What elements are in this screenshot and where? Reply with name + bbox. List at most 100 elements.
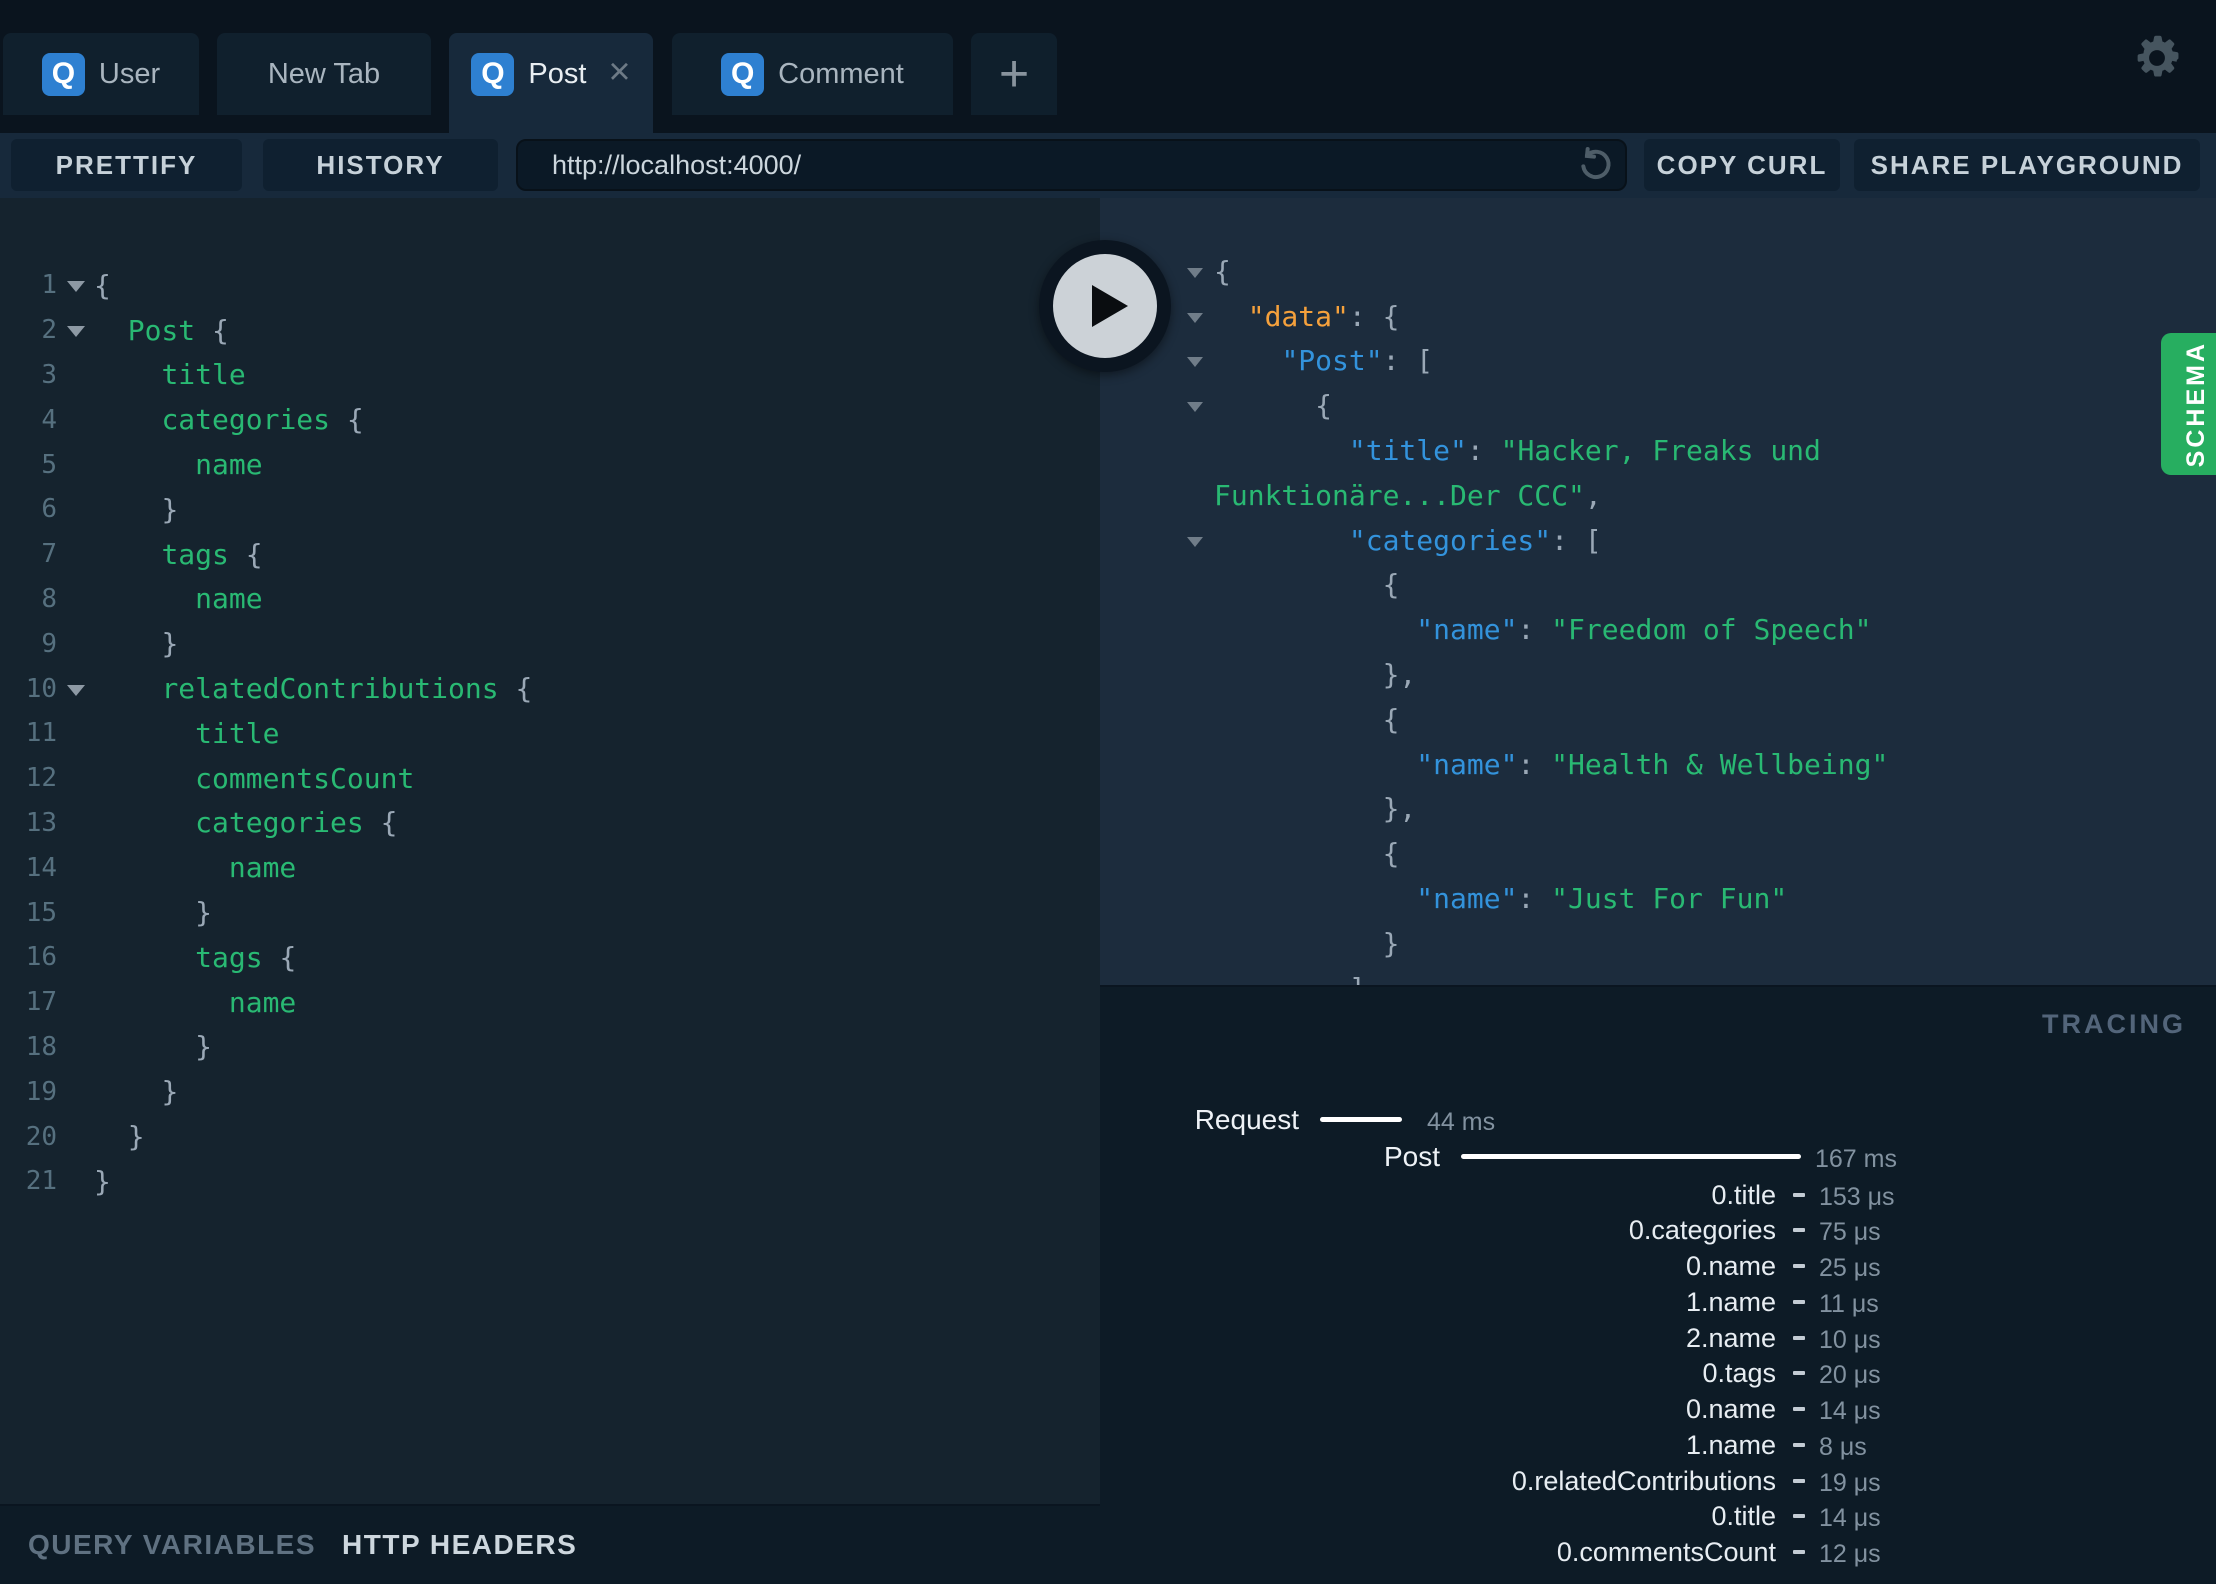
response-json: "Post": [ bbox=[1281, 344, 1434, 378]
response-row: "name": "Just For Fun" bbox=[1100, 876, 2216, 921]
resolver-dash bbox=[1793, 1550, 1805, 1554]
query-line[interactable]: 1{ bbox=[0, 263, 1100, 308]
query-code: } bbox=[94, 1164, 111, 1198]
query-line[interactable]: 2 Post { bbox=[0, 308, 1100, 353]
query-line[interactable]: 11 title bbox=[0, 711, 1100, 756]
settings-gear-button[interactable] bbox=[2132, 33, 2182, 83]
line-number: 17 bbox=[25, 987, 57, 1018]
new-tab-plus-button[interactable]: + bbox=[971, 33, 1057, 115]
response-json: Funktionäre...Der CCC", bbox=[1214, 478, 1602, 512]
resolver-path: 0.categories bbox=[1628, 1215, 1776, 1246]
query-line[interactable]: 18 } bbox=[0, 1025, 1100, 1070]
response-json: { bbox=[1315, 389, 1333, 423]
fold-arrow-icon[interactable] bbox=[57, 323, 94, 338]
query-code: } bbox=[161, 492, 179, 526]
fold-arrow-icon[interactable] bbox=[1182, 310, 1208, 323]
tracing-resolver-row: 1.name 11 μs bbox=[1100, 1287, 2216, 1318]
query-code: name bbox=[195, 448, 263, 482]
tracing-resolver-row: 0.commentsCount 12 μs bbox=[1100, 1537, 2216, 1568]
response-row: { bbox=[1100, 563, 2216, 608]
play-button-disc bbox=[1053, 254, 1157, 358]
response-row: "name": "Freedom of Speech" bbox=[1100, 607, 2216, 652]
query-line[interactable]: 14 name bbox=[0, 845, 1100, 890]
copy-curl-button[interactable]: COPY CURL bbox=[1644, 139, 1840, 191]
query-line[interactable]: 15 } bbox=[0, 890, 1100, 935]
resolver-dash bbox=[1793, 1478, 1805, 1483]
tracing-panel: TRACING Request 44 ms Post 167 ms 0.title 15… bbox=[1100, 985, 2216, 1584]
query-code: { bbox=[94, 268, 111, 302]
resolver-duration: 14 μs bbox=[1819, 1504, 1881, 1533]
span-duration-value: 44 ms bbox=[1427, 1108, 1496, 1136]
tracing-resolver-row: 0.tags 20 μs bbox=[1100, 1358, 2216, 1389]
response-json: "title": "Hacker, Freaks und bbox=[1348, 434, 1821, 468]
query-code: tags { bbox=[195, 940, 297, 974]
query-code: tags { bbox=[161, 537, 263, 571]
tab-inner: Q Post × bbox=[471, 33, 631, 115]
fold-arrow-icon[interactable] bbox=[1182, 399, 1208, 413]
triangle-down-icon bbox=[1187, 312, 1203, 323]
response-row: }, bbox=[1100, 652, 2216, 697]
response-json: }, bbox=[1382, 658, 1417, 692]
fold-arrow-icon[interactable] bbox=[1182, 534, 1208, 547]
share-playground-button[interactable]: SHARE PLAYGROUND bbox=[1854, 139, 2200, 191]
tracing-resolver-row: 0.relatedContributions 19 μs bbox=[1100, 1466, 2216, 1497]
response-json: } bbox=[1382, 926, 1400, 960]
query-line[interactable]: 10 relatedContributions { bbox=[0, 666, 1100, 711]
query-line[interactable]: 21} bbox=[0, 1159, 1100, 1204]
response-json: { bbox=[1382, 837, 1400, 871]
query-code: categories { bbox=[161, 403, 364, 437]
query-line[interactable]: 6 } bbox=[0, 487, 1100, 532]
close-tab-icon[interactable]: × bbox=[608, 53, 630, 91]
query-code: } bbox=[161, 1075, 179, 1109]
tab-bar: Q User New Tab Q Post × Q Comment + bbox=[0, 0, 2216, 198]
tab-comment[interactable]: Q Comment bbox=[672, 33, 953, 115]
line-number: 14 bbox=[25, 852, 57, 883]
schema-side-tab[interactable]: SCHEMA bbox=[2161, 333, 2216, 475]
query-line[interactable]: 5 name bbox=[0, 442, 1100, 487]
fold-arrow-icon[interactable] bbox=[57, 682, 94, 696]
history-button[interactable]: HISTORY bbox=[263, 139, 498, 191]
query-line[interactable]: 3 title bbox=[0, 353, 1100, 398]
line-number: 6 bbox=[41, 494, 57, 525]
tab-inner: New Tab bbox=[268, 33, 380, 115]
endpoint-url-input[interactable] bbox=[518, 149, 1565, 181]
query-variables-tab[interactable]: QUERY VARIABLES bbox=[28, 1529, 316, 1561]
query-line[interactable]: 19 } bbox=[0, 1069, 1100, 1114]
resolver-duration: 19 μs bbox=[1819, 1468, 1881, 1497]
resolver-duration: 75 μs bbox=[1819, 1218, 1881, 1247]
tab-new-tab[interactable]: New Tab bbox=[217, 33, 431, 115]
resolver-dash bbox=[1793, 1192, 1805, 1197]
http-headers-tab[interactable]: HTTP HEADERS bbox=[342, 1529, 577, 1561]
tab-user[interactable]: Q User bbox=[3, 33, 199, 115]
query-editor-pane[interactable]: 1{2 Post {3 title 4 categories {5 name 6 }… bbox=[0, 198, 1100, 1504]
query-line[interactable]: 17 name bbox=[0, 980, 1100, 1025]
line-number: 12 bbox=[25, 763, 57, 794]
span-duration-bar bbox=[1461, 1154, 1801, 1159]
triangle-down-icon bbox=[66, 281, 85, 293]
query-line[interactable]: 9 } bbox=[0, 621, 1100, 666]
query-line[interactable]: 7 tags { bbox=[0, 532, 1100, 577]
prettify-button[interactable]: PRETTIFY bbox=[11, 139, 242, 191]
line-number: 15 bbox=[25, 897, 57, 928]
resolver-path: 0.title bbox=[1711, 1501, 1776, 1532]
response-json: ] bbox=[1214, 972, 1366, 985]
line-number: 5 bbox=[41, 449, 57, 480]
line-number: 11 bbox=[25, 718, 57, 749]
execute-play-button[interactable] bbox=[1039, 240, 1171, 372]
resolver-duration: 14 μs bbox=[1819, 1397, 1881, 1425]
query-line[interactable]: 13 categories { bbox=[0, 801, 1100, 846]
fold-arrow-icon[interactable] bbox=[1182, 354, 1208, 368]
tracing-resolver-row: 0.title 14 μs bbox=[1100, 1501, 2216, 1533]
reload-icon[interactable] bbox=[1565, 145, 1625, 185]
fold-arrow-icon[interactable] bbox=[1182, 265, 1208, 278]
tracing-resolver-row: 1.name 8 μs bbox=[1100, 1430, 2216, 1461]
fold-arrow-icon[interactable] bbox=[57, 278, 94, 293]
query-line[interactable]: 8 name bbox=[0, 577, 1100, 622]
query-line[interactable]: 4 categories { bbox=[0, 397, 1100, 442]
resolver-dash bbox=[1793, 1442, 1805, 1447]
query-line[interactable]: 16 tags { bbox=[0, 935, 1100, 980]
query-line[interactable]: 20 } bbox=[0, 1114, 1100, 1159]
query-line[interactable]: 12 commentsCount bbox=[0, 756, 1100, 801]
endpoint-url-wrap bbox=[516, 139, 1627, 191]
resolver-dash bbox=[1793, 1335, 1805, 1340]
